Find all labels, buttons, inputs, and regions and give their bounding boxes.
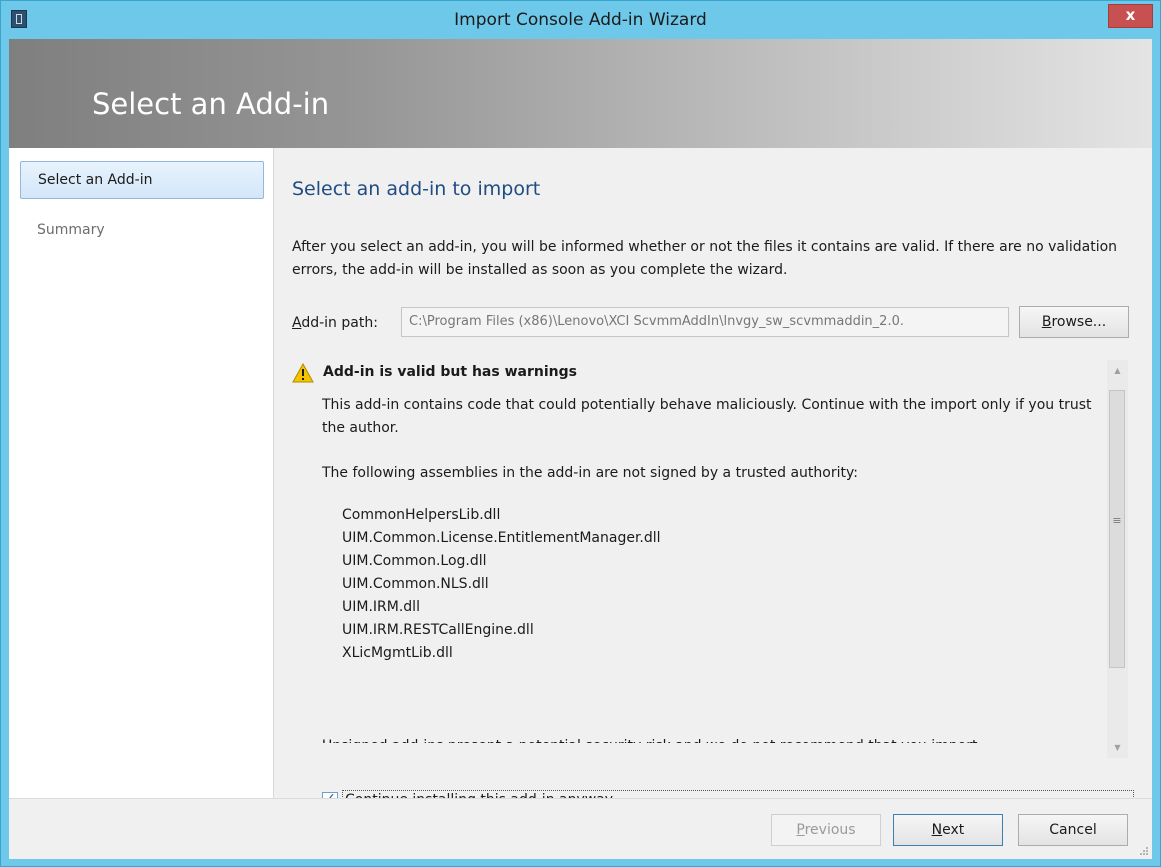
banner-title: Select an Add-in [92,87,330,121]
grip-lines-icon: ≡ [1112,514,1122,527]
warning-triangle-icon [292,363,314,383]
page-description: After you select an add-in, you will be … [292,239,1118,278]
next-button[interactable]: Next [893,814,1003,846]
page-heading: Select an add-in to import [292,178,541,200]
sidebar-item-select-add-in[interactable]: Select an Add-in [20,161,264,199]
cancel-button[interactable]: Cancel [1018,814,1128,846]
browse-button[interactable]: Browse... [1019,306,1129,338]
validation-results-panel: Add-in is valid but has warnings This ad… [292,360,1128,760]
resize-grip-icon[interactable] [1138,845,1148,855]
warning-title: Add-in is valid but has warnings [323,364,577,380]
previous-button[interactable]: Previous [771,814,881,846]
wizard-window: Import Console Add-in Wizard x Select an… [0,0,1161,867]
assemblies-intro: The following assemblies in the add-in a… [322,465,858,481]
scroll-clip [292,743,1128,760]
add-in-path-input[interactable]: C:\Program Files (x86)\Lenovo\XCI ScvmmA… [401,307,1009,337]
list-item: UIM.Common.License.EntitlementManager.dl… [342,530,661,546]
path-label-access-key: A [292,315,302,331]
title-bar[interactable]: Import Console Add-in Wizard x [1,1,1160,39]
close-button[interactable]: x [1108,4,1153,28]
wizard-client-area: Select an Add-in Select an Add-in Summar… [9,39,1152,859]
browse-access-key: B [1041,314,1052,330]
scroll-thumb[interactable]: ≡ [1109,390,1125,668]
wizard-content: Select an add-in to import After you sel… [274,148,1152,811]
list-item: UIM.Common.NLS.dll [342,576,489,592]
wizard-banner: Select an Add-in [9,39,1152,148]
next-access-key: N [931,822,943,838]
unsigned-assemblies-list: CommonHelpersLib.dll UIM.Common.License.… [322,504,1112,665]
sidebar-item-summary[interactable]: Summary [20,211,264,249]
window-title: Import Console Add-in Wizard [454,10,707,30]
browse-label-text: rowse... [1051,314,1107,330]
list-item: UIM.IRM.RESTCallEngine.dll [342,622,534,638]
scroll-down-arrow-icon[interactable]: ▼ [1107,737,1128,758]
results-scrollbar[interactable]: ▲ ≡ ▼ [1107,360,1128,758]
warning-message: This add-in contains code that could pot… [322,397,1092,436]
wizard-steps-sidebar: Select an Add-in Summary [9,148,274,798]
warning-body: This add-in contains code that could pot… [322,394,1112,665]
previous-label-text: revious [804,822,856,838]
wizard-footer: Previous Next Cancel [9,798,1152,859]
add-in-path-label: Add-in path: [292,315,378,331]
path-label-text: dd-in path: [301,315,378,331]
scroll-up-arrow-icon[interactable]: ▲ [1107,360,1128,381]
list-item: UIM.Common.Log.dll [342,553,487,569]
previous-access-key: P [796,822,805,838]
close-icon: x [1125,6,1136,24]
list-item: CommonHelpersLib.dll [342,507,501,523]
next-label-text: ext [942,822,965,838]
list-item: XLicMgmtLib.dll [342,645,453,661]
list-item: UIM.IRM.dll [342,599,420,615]
